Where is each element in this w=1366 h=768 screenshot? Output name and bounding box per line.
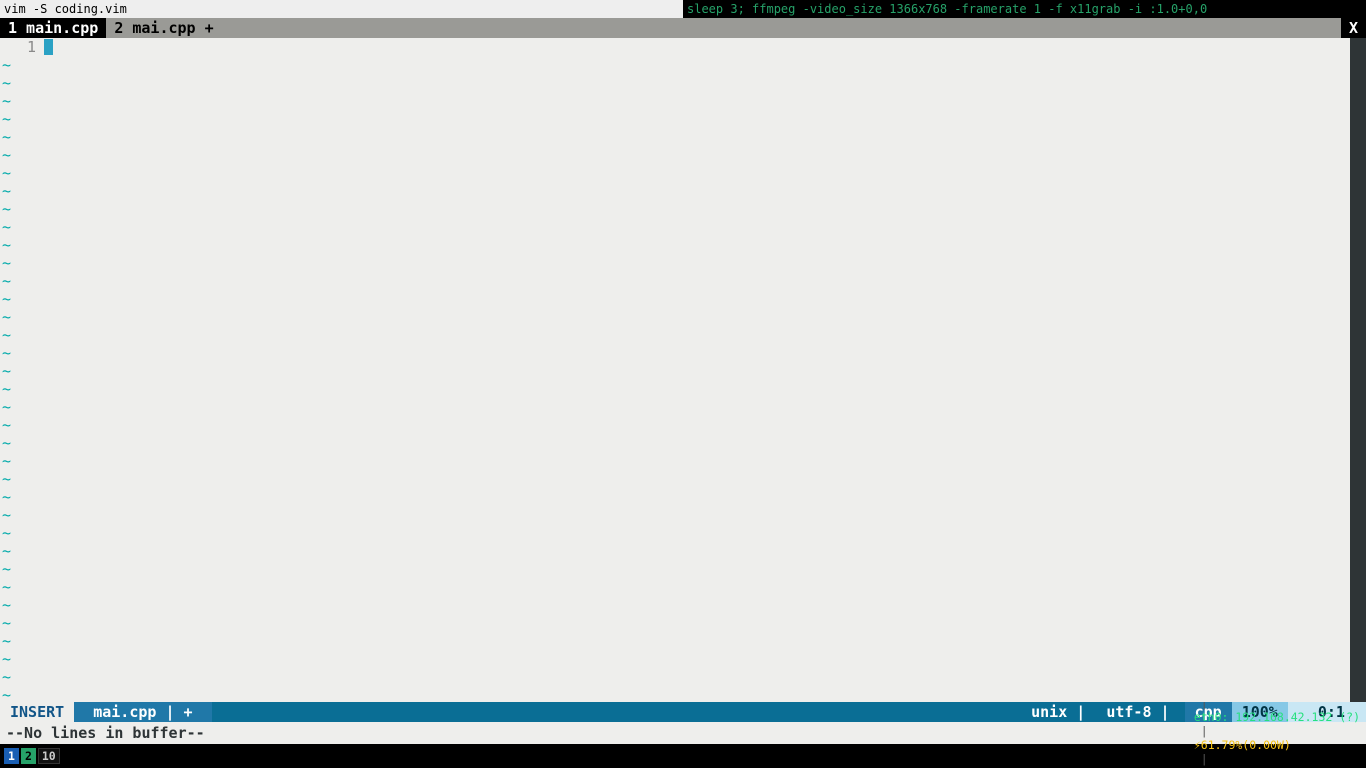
tilde-line: ~ <box>0 542 14 560</box>
tilde-line: ~ <box>0 398 14 416</box>
tilde-line: ~ <box>0 92 14 110</box>
mode-indicator: INSERT <box>0 702 74 722</box>
tilde-line: ~ <box>0 578 14 596</box>
system-statusbar: 1 2 10 🖴: 79.3 GiB/94.3 GiB | 0.76 | 243… <box>0 744 1366 768</box>
tilde-line: ~ <box>0 488 14 506</box>
workspace-1[interactable]: 1 <box>4 748 19 764</box>
line-number-1: 1 <box>0 38 36 56</box>
tab-close-button[interactable]: X <box>1341 18 1366 38</box>
tilde-line: ~ <box>0 56 14 74</box>
tilde-line: ~ <box>0 686 14 704</box>
tilde-line: ~ <box>0 380 14 398</box>
separator: | <box>1194 752 1215 766</box>
tab-main-cpp[interactable]: 1 main.cpp <box>0 18 106 38</box>
tilde-line: ~ <box>0 236 14 254</box>
tilde-line: ~ <box>0 344 14 362</box>
tilde-line: ~ <box>0 164 14 182</box>
tilde-line: ~ <box>0 614 14 632</box>
tilde-line: ~ <box>0 182 14 200</box>
tilde-line: ~ <box>0 524 14 542</box>
tilde-line: ~ <box>0 506 14 524</box>
vim-tabbar: 1 main.cpp 2 mai.cpp + X <box>0 18 1366 38</box>
eol-segment: unix | <box>1025 702 1100 722</box>
workspace-10[interactable]: 10 <box>38 748 60 764</box>
text-area[interactable] <box>42 38 1350 702</box>
tilde-line: ~ <box>0 272 14 290</box>
battery: 61.79%(0.00W) <box>1201 738 1291 752</box>
cursor <box>44 39 53 55</box>
tilde-line: ~ <box>0 362 14 380</box>
vim-statusline: INSERT mai.cpp | + unix | utf-8 | cpp 10… <box>0 702 1366 722</box>
tilde-line: ~ <box>0 596 14 614</box>
tilde-line: ~ <box>0 218 14 236</box>
window-title: vim -S coding.vim <box>0 0 683 18</box>
tilde-line: ~ <box>0 146 14 164</box>
filename-segment: mai.cpp | + <box>74 702 211 722</box>
tilde-line: ~ <box>0 560 14 578</box>
tilde-line: ~ <box>0 650 14 668</box>
separator: | <box>1194 724 1215 738</box>
tilde-line: ~ <box>0 128 14 146</box>
editor-area[interactable]: 1 ~~~~~~~~~~~~~~~~~~~~~~~~~~~~~~~~~~~~ <box>0 38 1366 702</box>
tilde-line: ~ <box>0 434 14 452</box>
tilde-line: ~ <box>0 416 14 434</box>
workspace-2[interactable]: 2 <box>21 748 36 764</box>
tilde-line: ~ <box>0 326 14 344</box>
tilde-line: ~ <box>0 308 14 326</box>
wm-titlebar: vim -S coding.vim sleep 3; ffmpeg -video… <box>0 0 1366 18</box>
tilde-line: ~ <box>0 290 14 308</box>
tilde-column: ~~~~~~~~~~~~~~~~~~~~~~~~~~~~~~~~~~~~ <box>0 56 14 704</box>
statusline-spacer <box>212 702 1026 722</box>
scrollbar[interactable] <box>1350 38 1366 702</box>
tilde-line: ~ <box>0 470 14 488</box>
eth-status: eth0: 192.168.42.132 (?) <box>1194 710 1360 724</box>
workspace-list: 1 2 10 <box>0 746 64 766</box>
tab-mai-cpp[interactable]: 2 mai.cpp + <box>106 18 221 38</box>
tilde-line: ~ <box>0 200 14 218</box>
tilde-line: ~ <box>0 110 14 128</box>
tilde-line: ~ <box>0 254 14 272</box>
vim-commandline[interactable]: --No lines in buffer-- <box>0 722 1366 744</box>
tilde-line: ~ <box>0 632 14 650</box>
tabbar-spacer <box>222 18 1341 38</box>
wm-command: sleep 3; ffmpeg -video_size 1366x768 -fr… <box>683 2 1207 16</box>
tilde-line: ~ <box>0 74 14 92</box>
tilde-line: ~ <box>0 452 14 470</box>
tilde-line: ~ <box>0 668 14 686</box>
battery-icon: ⚡ <box>1194 738 1201 752</box>
